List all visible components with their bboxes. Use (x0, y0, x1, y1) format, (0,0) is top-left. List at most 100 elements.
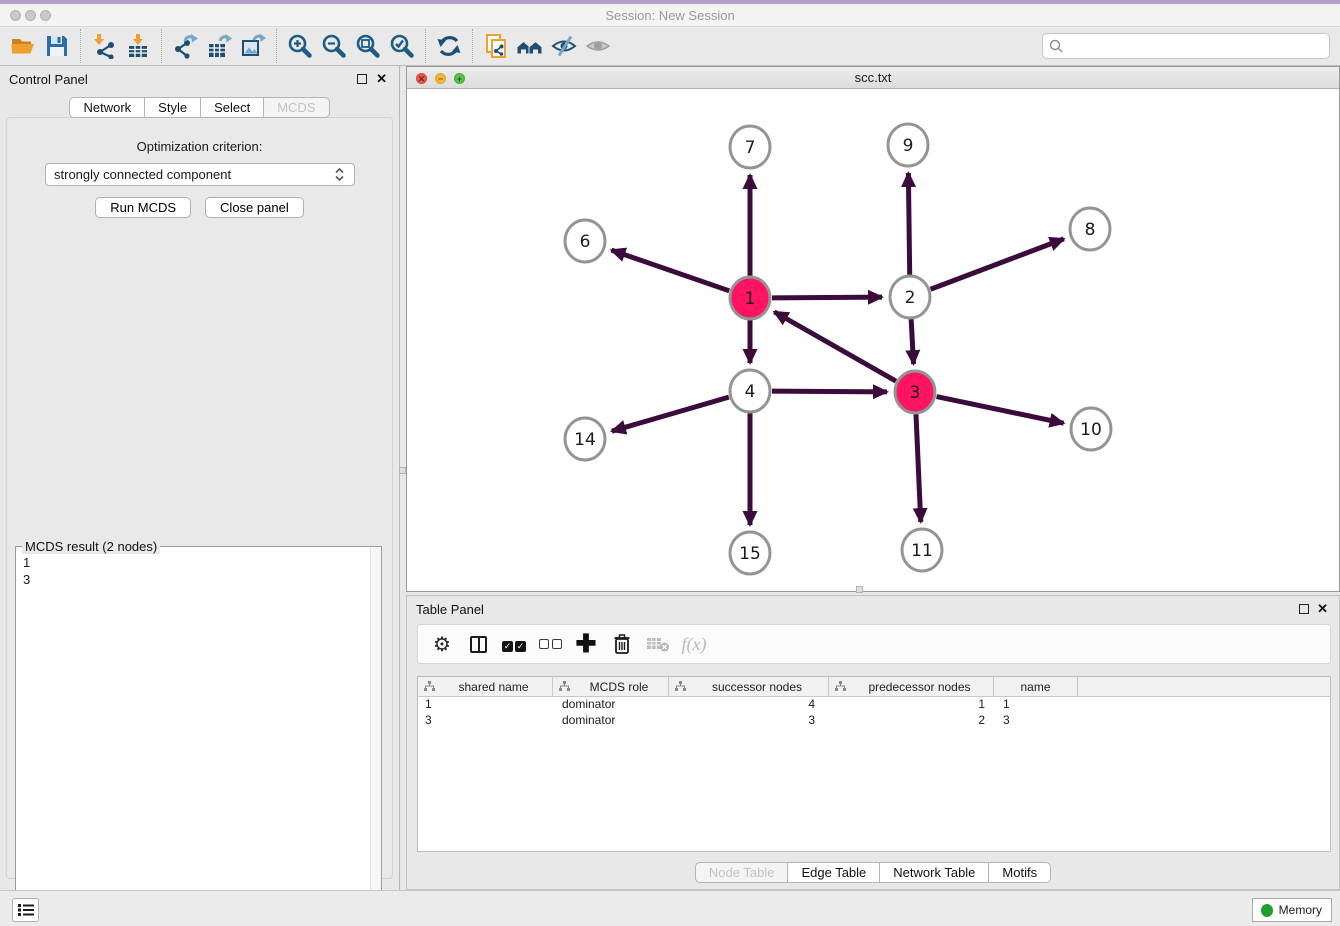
export-image-button[interactable] (236, 29, 270, 63)
graph-node-3[interactable]: 3 (895, 371, 935, 413)
horizontal-splitter-grip[interactable] (856, 586, 863, 593)
vertical-splitter-grip[interactable] (399, 467, 406, 474)
tab-network[interactable]: Network (69, 97, 145, 118)
export-network-button[interactable] (168, 29, 202, 63)
graph-edge-1-2[interactable] (772, 297, 882, 298)
tab-mcds[interactable]: MCDS (264, 97, 329, 118)
fx-icon: f(x) (682, 634, 707, 655)
tab-edge-table[interactable]: Edge Table (788, 862, 880, 883)
table-cell[interactable]: dominator (553, 713, 669, 729)
graph-edge-2-8[interactable] (931, 239, 1064, 289)
unselect-all-columns-button[interactable] (534, 628, 566, 660)
zoom-in-button[interactable] (283, 29, 317, 63)
graph-edge-3-10[interactable] (937, 397, 1064, 424)
column-header-name[interactable]: name (994, 677, 1078, 696)
task-history-button[interactable] (12, 898, 39, 922)
table-cell[interactable]: 2 (829, 713, 994, 729)
refresh-button[interactable] (432, 29, 466, 63)
column-header-shared-name[interactable]: shared name (418, 677, 553, 696)
window-titlebar: Session: New Session (0, 4, 1340, 27)
graph-node-4[interactable]: 4 (730, 370, 770, 412)
table-panel-close-button[interactable]: ✕ (1317, 601, 1328, 617)
table-row[interactable]: 3dominator323 (418, 713, 1330, 729)
run-mcds-button[interactable]: Run MCDS (95, 197, 191, 218)
memory-status-icon (1261, 904, 1273, 917)
network-canvas-svg: 7 9 6 8 1 2 4 3 14 10 15 11 (407, 90, 1339, 591)
search-input[interactable] (1068, 39, 1323, 54)
table-cell[interactable]: 1 (418, 697, 553, 713)
graph-node-7[interactable]: 7 (730, 126, 770, 168)
column-header-predecessor-nodes[interactable]: predecessor nodes (829, 677, 994, 696)
column-header-MCDS-role[interactable]: MCDS role (553, 677, 669, 696)
graph-node-9[interactable]: 9 (888, 124, 928, 166)
graph-edge-3-11[interactable] (916, 414, 921, 522)
select-all-columns-button[interactable]: ✓✓ (498, 628, 530, 660)
chevron-updown-icon (333, 166, 346, 183)
table-cell[interactable]: 1 (994, 697, 1078, 713)
import-network-button[interactable] (87, 29, 121, 63)
tab-network-table[interactable]: Network Table (880, 862, 989, 883)
graph-node-8[interactable]: 8 (1070, 208, 1110, 250)
table-panel-float-button[interactable] (1299, 604, 1309, 614)
table-cell[interactable]: 3 (669, 713, 829, 729)
show-columns-button[interactable] (462, 628, 494, 660)
table-cell[interactable]: 1 (829, 697, 994, 713)
table-cell[interactable]: 4 (669, 697, 829, 713)
graph-edge-3-1[interactable] (774, 312, 896, 381)
first-neighbors-button[interactable] (513, 29, 547, 63)
tab-node-table[interactable]: Node Table (695, 862, 789, 883)
zoom-fit-icon (355, 33, 381, 59)
mcds-result-text[interactable]: 1 3 (16, 549, 369, 925)
mcds-result-scrollbar[interactable] (370, 548, 381, 924)
table-settings-button[interactable]: ⚙ (426, 628, 458, 660)
graph-node-10[interactable]: 10 (1071, 408, 1111, 450)
node-table-header: shared nameMCDS rolesuccessor nodesprede… (418, 677, 1330, 697)
delete-table-button[interactable] (642, 628, 674, 660)
tab-select[interactable]: Select (201, 97, 264, 118)
graph-edge-4-14[interactable] (612, 397, 729, 431)
trash-icon (611, 633, 633, 655)
table-cell[interactable]: 3 (994, 713, 1078, 729)
graph-node-14[interactable]: 14 (565, 418, 605, 460)
first-neighbors-icon (516, 33, 544, 59)
toolbar-separator (80, 29, 81, 63)
delete-column-button[interactable] (606, 628, 638, 660)
save-session-button[interactable] (40, 29, 74, 63)
graph-node-1[interactable]: 1 (730, 277, 770, 319)
column-type-icon (675, 681, 686, 692)
zoom-out-button[interactable] (317, 29, 351, 63)
table-cell[interactable]: dominator (553, 697, 669, 713)
graph-edge-2-3[interactable] (911, 319, 913, 364)
close-panel-button[interactable]: Close panel (205, 197, 304, 218)
control-panel-close-button[interactable]: ✕ (376, 71, 387, 87)
column-header-successor-nodes[interactable]: successor nodes (669, 677, 829, 696)
criterion-select[interactable]: strongly connected component (45, 163, 355, 186)
graph-node-15[interactable]: 15 (730, 532, 770, 574)
graph-edge-2-9[interactable] (908, 173, 909, 275)
tab-style[interactable]: Style (145, 97, 201, 118)
tab-motifs[interactable]: Motifs (989, 862, 1051, 883)
zoom-fit-button[interactable] (351, 29, 385, 63)
create-column-button[interactable]: ✚ (570, 628, 602, 660)
network-canvas[interactable]: 7 9 6 8 1 2 4 3 14 10 15 11 (407, 90, 1339, 591)
graph-edge-4-3[interactable] (772, 391, 887, 392)
function-builder-button[interactable]: f(x) (678, 628, 710, 660)
control-panel-float-button[interactable] (357, 74, 367, 84)
table-row[interactable]: 1dominator411 (418, 697, 1330, 713)
show-all-button[interactable] (581, 29, 615, 63)
duplicate-network-button[interactable] (479, 29, 513, 63)
search-field[interactable] (1042, 33, 1330, 59)
graph-node-label: 2 (905, 288, 916, 308)
graph-edge-1-6[interactable] (611, 250, 729, 291)
zoom-selected-button[interactable] (385, 29, 419, 63)
table-cell[interactable]: 3 (418, 713, 553, 729)
memory-button[interactable]: Memory (1252, 898, 1332, 922)
graph-node-6[interactable]: 6 (565, 220, 605, 262)
export-table-button[interactable] (202, 29, 236, 63)
column-type-icon (559, 681, 570, 692)
graph-node-2[interactable]: 2 (890, 276, 930, 318)
import-table-button[interactable] (121, 29, 155, 63)
graph-node-11[interactable]: 11 (902, 529, 942, 571)
open-session-button[interactable] (6, 29, 40, 63)
hide-selected-button[interactable] (547, 29, 581, 63)
